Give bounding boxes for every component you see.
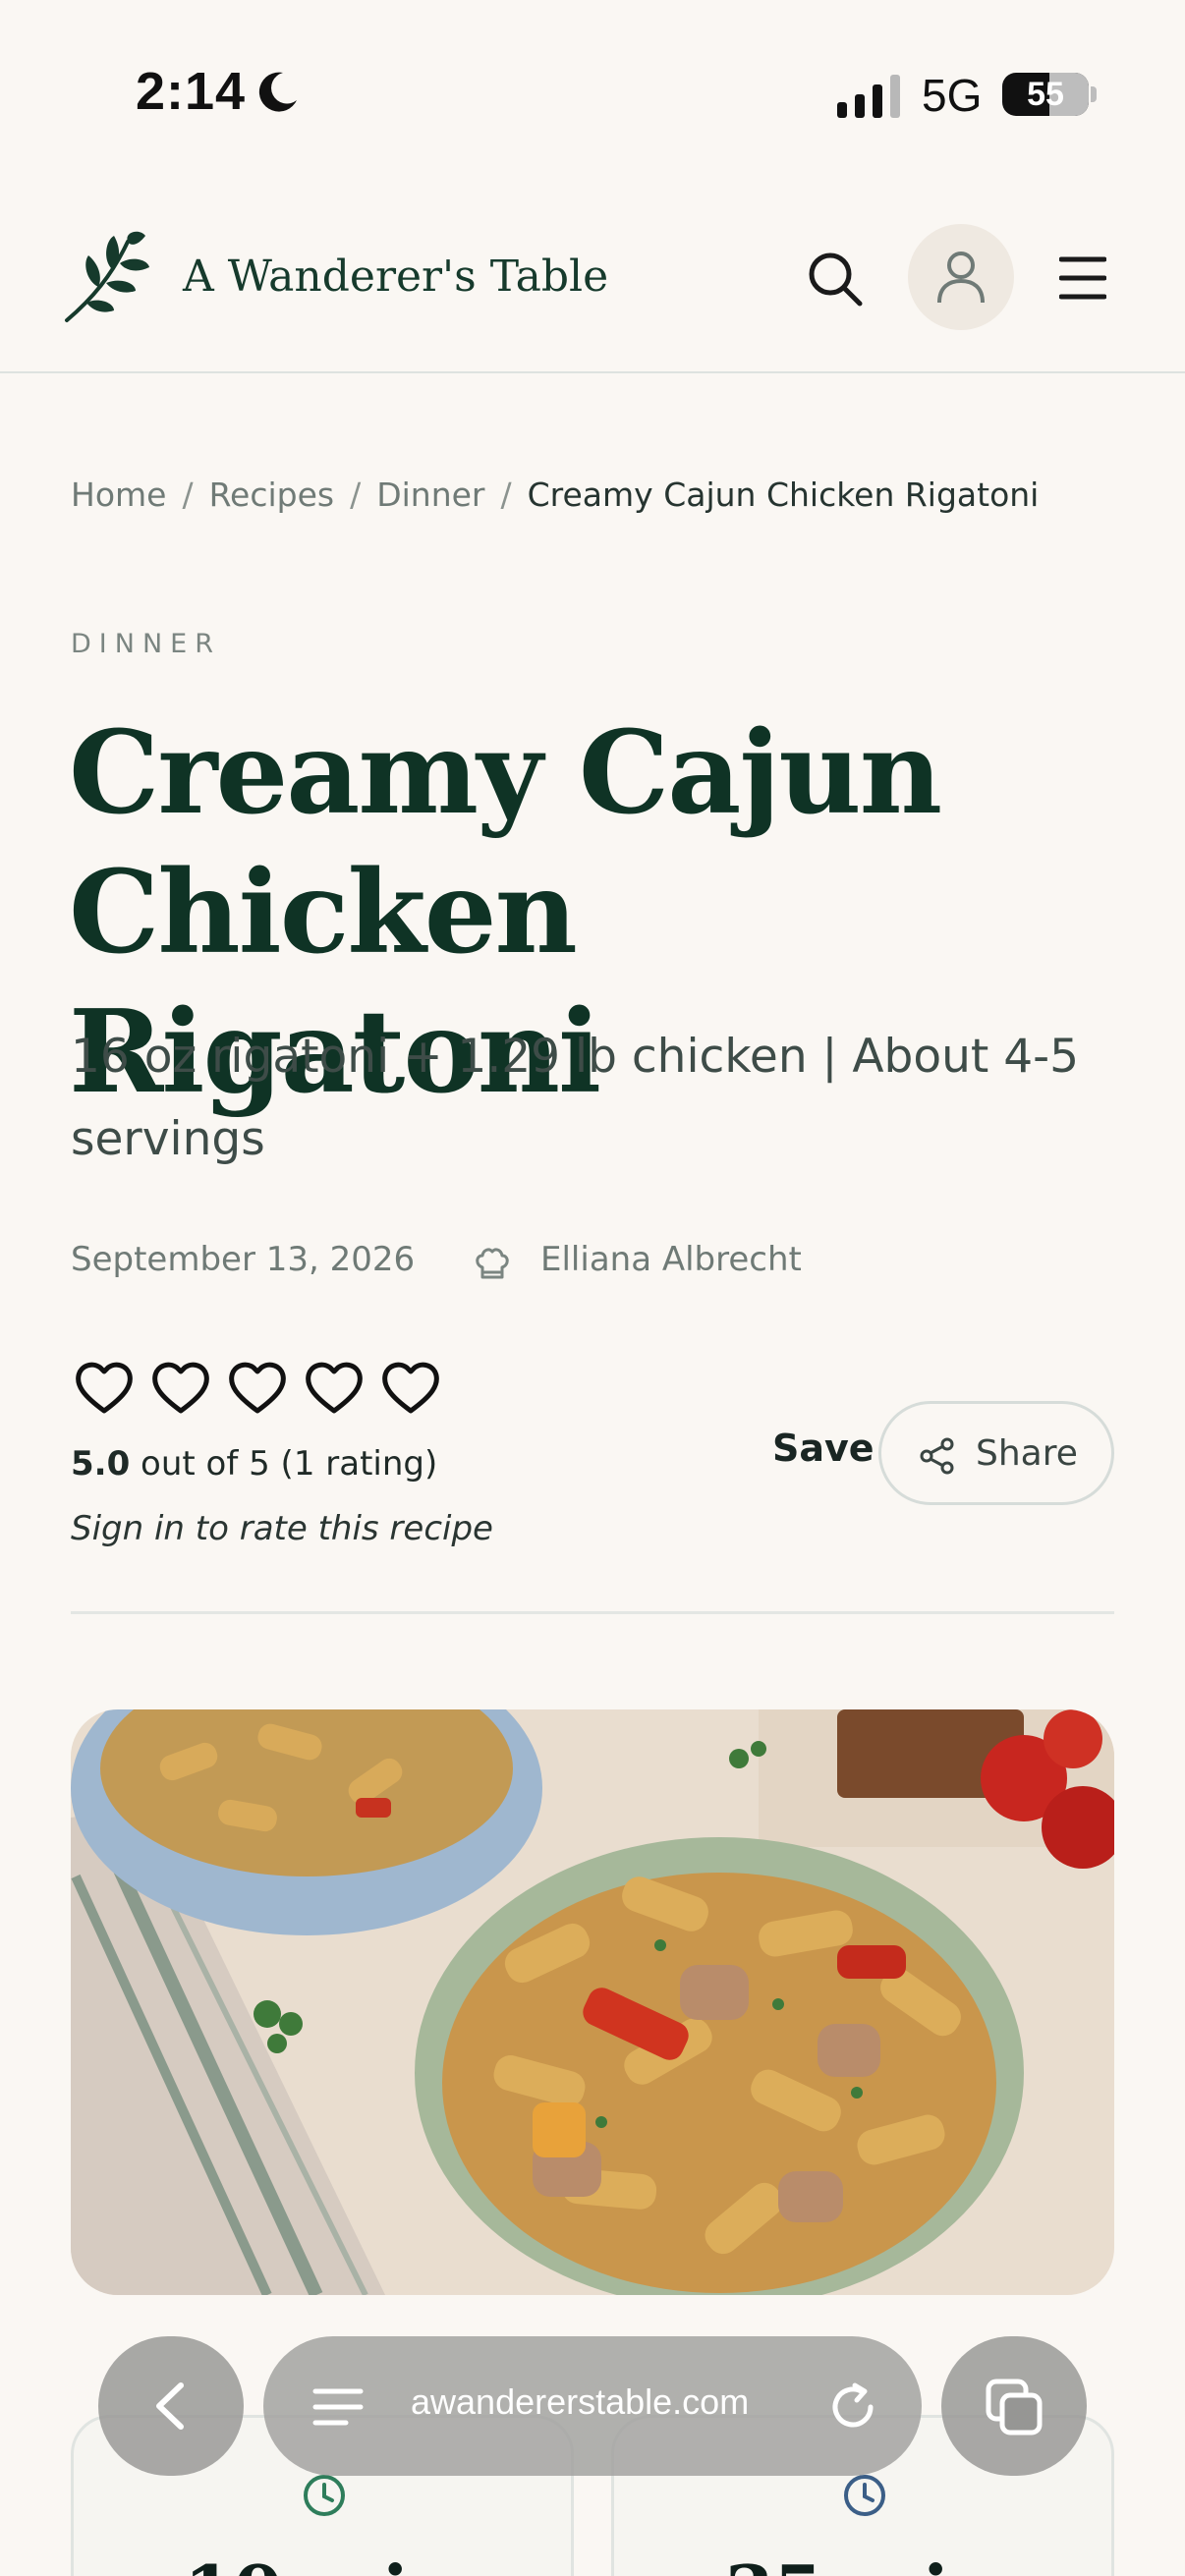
share-label: Share: [976, 1433, 1078, 1474]
rating-score: 5.0: [71, 1444, 131, 1484]
recipe-subtitle: 16 oz rigatoni + 1.29 lb chicken | About…: [71, 1030, 1079, 1166]
prep-time-value: 10 min: [74, 2549, 571, 2576]
network-label: 5G: [922, 70, 983, 121]
share-button[interactable]: Share: [878, 1401, 1114, 1505]
signal-icon: [837, 75, 900, 118]
chef-hat-icon: [476, 1248, 509, 1279]
battery-level: 55: [1027, 76, 1064, 113]
leaf-logo-icon[interactable]: [63, 230, 151, 324]
heart-rating-icon[interactable]: [228, 1360, 287, 1415]
tabs-icon: [986, 2379, 1043, 2436]
save-button[interactable]: Save: [772, 1427, 875, 1470]
breadcrumb: Home / Recipes / Dinner / Creamy Cajun Chicken…: [71, 476, 1039, 514]
share-icon: [920, 1437, 954, 1475]
recipe-hero-image: [71, 1709, 1114, 2295]
reader-lines-icon[interactable]: [312, 2387, 364, 2427]
breadcrumb-home[interactable]: Home: [71, 476, 166, 514]
rating-summary: 5.0 out of 5 (1 rating): [71, 1444, 437, 1484]
battery-icon: 55: [1002, 73, 1089, 116]
rating-count: out of 5 (1 rating): [141, 1444, 438, 1484]
brand-name[interactable]: A Wanderer's Table: [183, 252, 608, 302]
author-name[interactable]: Elliana Albrecht: [540, 1240, 802, 1279]
breadcrumb-separator: /: [182, 476, 194, 514]
signin-to-rate-link[interactable]: Sign in to rate this recipe: [71, 1509, 493, 1548]
section-divider: [71, 1611, 1114, 1614]
moon-icon: [258, 72, 297, 112]
breadcrumb-current: Creamy Cajun Chicken Rigatoni: [527, 476, 1040, 514]
recipe-meta: September 13, 2026 Elliana Albrecht: [71, 1240, 802, 1279]
back-chevron-icon: [156, 2382, 184, 2430]
hamburger-menu-icon[interactable]: [1059, 255, 1106, 301]
breadcrumb-recipes[interactable]: Recipes: [209, 476, 335, 514]
search-icon[interactable]: [806, 250, 865, 308]
breadcrumb-separator: /: [350, 476, 362, 514]
pasta-photo-illustration: [71, 1709, 1114, 2295]
browser-address-bar[interactable]: awandererstable.com: [263, 2336, 922, 2476]
reload-icon[interactable]: [825, 2380, 880, 2435]
heart-rating-icon[interactable]: [305, 1360, 364, 1415]
recipe-category[interactable]: DINNER: [71, 629, 221, 659]
breadcrumb-dinner[interactable]: Dinner: [376, 476, 484, 514]
account-button[interactable]: [908, 224, 1014, 330]
cook-time-value: 35 min: [614, 2549, 1111, 2576]
browser-back-button[interactable]: [98, 2336, 244, 2476]
site-header: A Wanderer's Table: [0, 187, 1185, 373]
clock-icon: [844, 2475, 885, 2516]
clock-icon: [304, 2475, 345, 2516]
status-bar: 2:14 5G 55: [0, 0, 1185, 187]
heart-rating-icon[interactable]: [151, 1360, 210, 1415]
status-time: 2:14: [136, 62, 247, 121]
user-icon: [937, 252, 985, 304]
heart-rating-icon[interactable]: [75, 1360, 134, 1415]
publish-date: September 13, 2026: [71, 1240, 416, 1279]
breadcrumb-separator: /: [500, 476, 512, 514]
battery-nub: [1091, 86, 1097, 102]
browser-tabs-button[interactable]: [941, 2336, 1087, 2476]
heart-rating-icon[interactable]: [381, 1360, 440, 1415]
url-text[interactable]: awandererstable.com: [411, 2381, 749, 2423]
